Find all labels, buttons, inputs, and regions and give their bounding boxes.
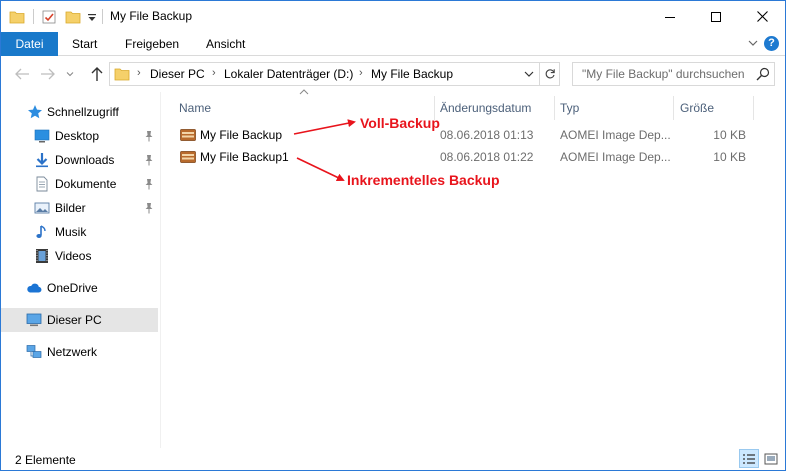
music-icon <box>36 225 46 238</box>
properties-icon[interactable] <box>41 1 57 32</box>
pin-icon[interactable] <box>144 202 154 214</box>
sidebar-item-downloads[interactable]: Downloads <box>1 148 158 172</box>
search-input[interactable] <box>573 63 753 85</box>
network-icon <box>26 345 42 358</box>
details-view-button[interactable] <box>739 449 759 468</box>
details-view-icon <box>743 453 755 464</box>
new-folder-icon[interactable] <box>65 1 81 32</box>
video-icon <box>36 249 48 263</box>
tab-ansicht[interactable]: Ansicht <box>206 32 245 56</box>
breadcrumb-drive[interactable]: Lokaler Datenträger (D:) <box>224 67 353 81</box>
file-list: Name Änderungsdatum Typ Größe My File Ba… <box>161 89 785 448</box>
refresh-icon <box>545 69 555 79</box>
arrow-to-full-backup <box>293 119 356 135</box>
tab-datei[interactable]: Datei <box>1 32 58 56</box>
navigation-pane: Schnellzugriff Desktop Downloads Dokumen… <box>1 92 161 448</box>
large-icons-view-icon <box>764 453 778 464</box>
computer-icon <box>26 313 42 327</box>
refresh-button[interactable] <box>540 62 560 86</box>
arrow-to-incremental-backup <box>296 157 345 182</box>
back-arrow-icon[interactable] <box>13 65 31 83</box>
quick-access-dropdown-icon[interactable] <box>87 1 97 32</box>
annotation-full-backup: Voll-Backup <box>360 115 440 131</box>
expand-ribbon-icon[interactable] <box>747 36 759 53</box>
annotation-arrows <box>293 119 356 182</box>
download-icon <box>36 153 48 168</box>
cloud-icon <box>27 283 42 293</box>
sidebar-item-netzwerk[interactable]: Netzwerk <box>1 340 158 364</box>
close-button[interactable] <box>739 1 785 32</box>
item-count: 2 Elemente <box>15 453 76 467</box>
sidebar-item-dokumente[interactable]: Dokumente <box>1 172 158 196</box>
sidebar-item-onedrive[interactable]: OneDrive <box>1 276 158 300</box>
tab-start[interactable]: Start <box>72 32 97 56</box>
breadcrumb-dieser-pc[interactable]: Dieser PC <box>150 67 205 81</box>
sidebar-item-desktop[interactable]: Desktop <box>1 124 158 148</box>
sidebar-item-musik[interactable]: Musik <box>1 220 158 244</box>
status-bar: 2 Elemente <box>1 448 785 470</box>
chevron-down-icon[interactable] <box>523 68 535 83</box>
chevron-right-icon[interactable]: › <box>212 67 216 79</box>
pin-icon[interactable] <box>144 178 154 190</box>
forward-arrow-icon[interactable] <box>39 65 57 83</box>
tab-freigeben[interactable]: Freigeben <box>125 32 179 56</box>
ribbon-tabs: Datei Start Freigeben Ansicht ? <box>1 32 785 56</box>
star-icon <box>28 105 42 119</box>
folder-icon <box>114 66 130 85</box>
search-icon[interactable] <box>756 67 770 84</box>
desktop-icon <box>34 129 50 143</box>
address-row: › Dieser PC › Lokaler Datenträger (D:) ›… <box>1 56 785 92</box>
window-title: My File Backup <box>110 9 193 23</box>
sidebar-item-bilder[interactable]: Bilder <box>1 196 158 220</box>
breadcrumb-my-file-backup[interactable]: My File Backup <box>371 67 453 81</box>
annotation-incremental-backup: Inkrementelles Backup <box>347 172 500 188</box>
chevron-right-icon[interactable]: › <box>359 67 363 79</box>
up-arrow-icon[interactable] <box>88 65 106 83</box>
sidebar-item-videos[interactable]: Videos <box>1 244 158 268</box>
recent-locations-icon[interactable] <box>63 65 77 83</box>
folder-icon <box>9 1 25 32</box>
document-icon <box>36 176 48 192</box>
explorer-window: My File Backup Datei Start Freigeben Ans… <box>0 0 786 471</box>
maximize-button[interactable] <box>693 1 739 32</box>
search-box[interactable] <box>572 62 775 86</box>
large-icons-view-button[interactable] <box>761 449 781 468</box>
chevron-right-icon[interactable]: › <box>137 67 141 79</box>
title-bar: My File Backup <box>1 1 785 32</box>
divider <box>102 9 103 24</box>
sidebar-item-dieser-pc[interactable]: Dieser PC <box>1 308 158 332</box>
divider <box>33 9 34 24</box>
pin-icon[interactable] <box>144 130 154 142</box>
pictures-icon <box>34 202 50 214</box>
minimize-button[interactable] <box>647 1 693 32</box>
address-bar[interactable]: › Dieser PC › Lokaler Datenträger (D:) ›… <box>109 62 540 86</box>
help-icon[interactable]: ? <box>764 36 779 51</box>
pin-icon[interactable] <box>144 154 154 166</box>
sidebar-item-schnellzugriff[interactable]: Schnellzugriff <box>1 100 158 124</box>
